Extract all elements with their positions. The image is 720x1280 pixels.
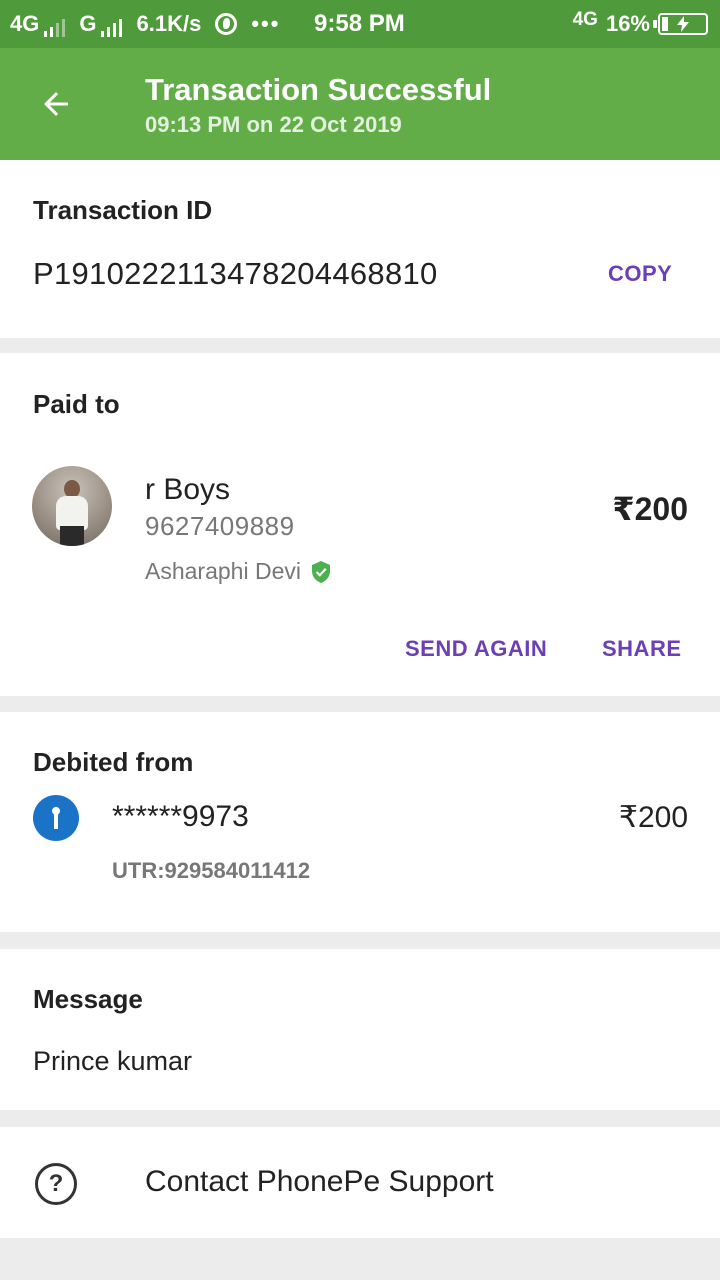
account-number: ******9973 xyxy=(112,800,249,833)
message-card: Message Prince kumar xyxy=(0,949,720,1110)
share-button[interactable]: SHARE xyxy=(602,636,682,662)
payee-name: r Boys xyxy=(145,473,231,506)
status-time: 9:58 PM xyxy=(314,10,405,37)
paid-to-card: Paid to r Boys 9627409889 Asharaphi Devi… xyxy=(0,353,720,696)
utr-number: UTR:929584011412 xyxy=(112,858,311,883)
arrow-back-icon xyxy=(44,92,68,116)
signal-bars-icon xyxy=(44,19,66,37)
transaction-id-card: Transaction ID P1910222113478204468810 C… xyxy=(0,160,720,338)
account-holder-name: Asharaphi Devi xyxy=(145,558,301,584)
message-text: Prince kumar xyxy=(33,1046,193,1076)
status-bar: 4G G 6.1K/s ••• 9:58 PM 4G 16% xyxy=(0,0,720,48)
globe-icon xyxy=(215,13,238,35)
account-holder: Asharaphi Devi xyxy=(145,558,331,585)
message-label: Message xyxy=(33,984,143,1014)
transaction-id-label: Transaction ID xyxy=(33,195,213,225)
help-circle-icon: ? xyxy=(35,1163,77,1205)
signal-bars-icon xyxy=(101,19,123,37)
more-notifications-icon: ••• xyxy=(251,11,281,36)
copy-button[interactable]: COPY xyxy=(608,261,672,287)
contact-support-row[interactable]: ? Contact PhonePe Support xyxy=(0,1127,720,1238)
network-g: G xyxy=(79,11,123,37)
charging-bolt-icon xyxy=(677,16,689,32)
transaction-id-value: P1910222113478204468810 xyxy=(33,256,438,291)
contact-support-label: Contact PhonePe Support xyxy=(145,1165,494,1198)
paid-to-label: Paid to xyxy=(33,389,120,419)
sbi-bank-icon xyxy=(33,795,79,841)
send-again-button[interactable]: SEND AGAIN xyxy=(405,636,547,662)
debited-from-label: Debited from xyxy=(33,747,194,777)
network-4g-right: 4G xyxy=(572,9,598,30)
network-speed: 6.1K/s xyxy=(136,11,202,36)
verified-shield-icon xyxy=(311,560,330,583)
app-bar: Transaction Successful 09:13 PM on 22 Oc… xyxy=(0,48,720,160)
transaction-timestamp: 09:13 PM on 22 Oct 2019 xyxy=(145,112,402,137)
debited-amount: ₹200 xyxy=(618,801,688,834)
page-title: Transaction Successful xyxy=(145,72,492,107)
debited-from-card: Debited from ******9973 ₹200 UTR:9295840… xyxy=(0,712,720,932)
battery-icon xyxy=(653,13,708,35)
payee-phone: 9627409889 xyxy=(145,511,295,541)
network-g-label: G xyxy=(79,11,97,36)
paid-amount: ₹200 xyxy=(612,491,688,527)
network-4g-label: 4G xyxy=(10,11,40,36)
network-4g: 4G xyxy=(10,11,66,37)
avatar xyxy=(32,466,112,546)
status-left: 4G G 6.1K/s ••• xyxy=(10,0,280,48)
status-right: 4G 16% xyxy=(573,0,708,48)
back-button[interactable] xyxy=(28,76,84,132)
battery-percent: 16% xyxy=(605,11,650,36)
